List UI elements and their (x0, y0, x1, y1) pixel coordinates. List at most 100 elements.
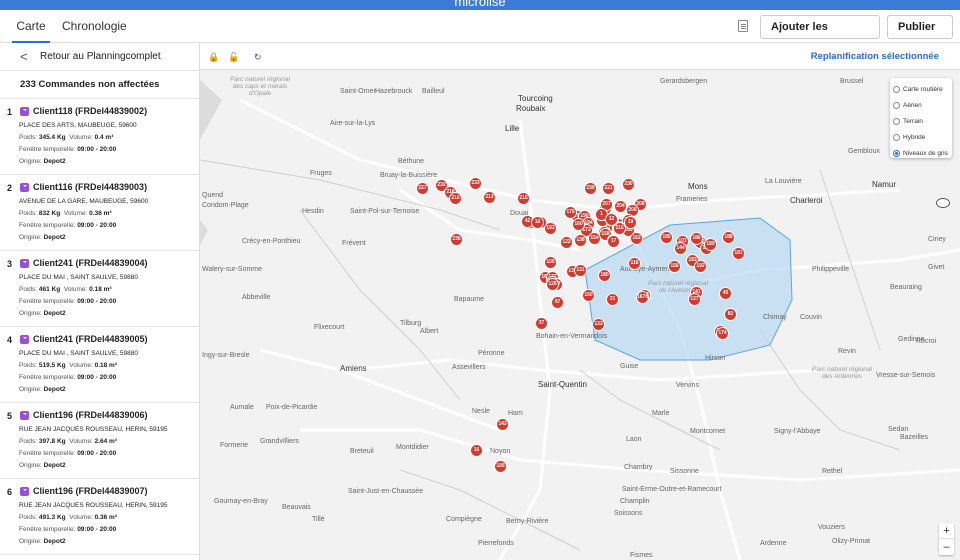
place-label: Tilburg (400, 320, 422, 327)
refresh-icon[interactable]: ↻ (254, 52, 262, 63)
order-pin[interactable]: 180 (598, 269, 611, 282)
window-label: Fenêtre temporelle: (19, 146, 76, 153)
order-pin[interactable]: 87 (551, 296, 564, 309)
order-pin[interactable]: 160 (572, 218, 585, 231)
radio-icon[interactable] (893, 117, 900, 125)
order-pin[interactable]: 10 (531, 216, 544, 229)
order-pin[interactable]: 174 (716, 327, 729, 340)
order-pin[interactable]: 126 (546, 278, 559, 291)
tab-chronologie[interactable]: Chronologie (62, 10, 127, 43)
order-pin[interactable]: 143 (496, 418, 509, 431)
order-pin[interactable]: 189 (704, 238, 717, 251)
zoom-in-button[interactable]: + (939, 523, 954, 539)
layer-option[interactable]: Terrain (893, 113, 949, 129)
radio-icon[interactable] (893, 101, 900, 109)
window-value: 09:00 - 20:00 (77, 298, 117, 305)
order-card[interactable]: 1 Client118 (FRDel44839002) PLACE DES ARTS… (0, 99, 199, 175)
place-label: Quend (202, 192, 224, 199)
order-pin[interactable]: 175 (564, 206, 577, 219)
place-label: Saint-Pol-sur-Ternoise (350, 208, 420, 215)
order-pin[interactable]: 188 (722, 231, 735, 244)
lock-icon[interactable]: 🔒 (208, 52, 219, 63)
order-pin[interactable]: 131 (574, 264, 587, 277)
order-pin[interactable]: 144 (674, 242, 687, 255)
order-pin[interactable]: 227 (416, 182, 429, 195)
order-card[interactable]: 5 Client196 (FRDel44839006) RUE JEAN JACQU… (0, 403, 199, 479)
volume-label: Volume: (69, 438, 93, 445)
radio-icon[interactable] (893, 85, 900, 93)
publish-button[interactable]: Publier∨ (887, 15, 953, 55)
order-pin[interactable]: 230 (622, 178, 635, 191)
order-origin: Origine: Depot2 (19, 234, 66, 241)
volume-value: 0.4 m³ (94, 134, 114, 141)
origin-value: Depot2 (43, 386, 66, 393)
order-pin[interactable]: 239 (584, 182, 597, 195)
order-number: 5 (7, 411, 13, 421)
order-load: Poids: 519.5 Kg Volume: 0.18 m³ (19, 362, 117, 369)
order-pin[interactable]: 213 (483, 191, 496, 204)
order-pin[interactable]: 181 (732, 247, 745, 260)
order-pin[interactable]: 156 (668, 260, 681, 273)
order-pin[interactable]: 192 (694, 260, 707, 273)
place-label: Ciney (928, 236, 946, 243)
order-pin[interactable]: 16 (470, 444, 483, 457)
order-pin[interactable]: 236 (450, 233, 463, 246)
place-label: Hazebrouck (375, 88, 413, 95)
order-pin[interactable]: 216 (449, 192, 462, 205)
place-label: Guise (620, 363, 639, 370)
order-card[interactable]: 2 Client116 (FRDel44839003) AVENUE DE LA G… (0, 175, 199, 251)
place-label: Marle (652, 410, 670, 417)
order-load: Poids: 491.3 Kg Volume: 0.36 m³ (19, 514, 117, 521)
order-pin[interactable]: 21 (606, 293, 619, 306)
unlock-icon[interactable]: 🔓 (228, 52, 239, 63)
order-pin[interactable]: 127 (688, 293, 701, 306)
back-to-planning[interactable]: < Retour au Planningcomplet (0, 43, 199, 71)
radio-icon[interactable] (893, 133, 900, 141)
place-label: Grandvilliers (260, 438, 299, 445)
map-view[interactable]: Saint-Omer Hazebrouck Bailleul Tourcoing Rou… (200, 70, 960, 560)
order-pin[interactable]: 186 (690, 232, 703, 245)
order-pin[interactable]: 215 (517, 192, 530, 205)
order-pin[interactable]: 133 (592, 318, 605, 331)
layer-option[interactable]: Hybride (893, 129, 949, 145)
order-pin[interactable]: 37 (535, 317, 548, 330)
zoom-out-button[interactable]: – (939, 539, 954, 555)
order-pin[interactable]: 233 (469, 177, 482, 190)
order-pin[interactable]: 138 (574, 234, 587, 247)
order-pin[interactable]: 12 (605, 213, 618, 226)
order-window: Fenêtre temporelle: 09:00 - 20:00 (19, 222, 116, 229)
back-arrow-icon[interactable]: < (20, 43, 28, 71)
order-pin[interactable]: 82 (724, 308, 737, 321)
layer-option[interactable]: Aérien (893, 97, 949, 113)
order-card[interactable]: 4 Client241 (FRDel44839005) PLACE DU MAI ,… (0, 327, 199, 403)
document-icon[interactable] (738, 20, 748, 32)
layer-option[interactable]: Niveaux de gris (893, 145, 949, 161)
order-pin[interactable]: 150 (582, 289, 595, 302)
order-window: Fenêtre temporelle: 09:00 - 20:00 (19, 374, 116, 381)
tab-carte[interactable]: Carte (12, 10, 50, 43)
order-pin[interactable]: 45 (719, 287, 732, 300)
radio-icon[interactable] (893, 149, 900, 157)
order-pin[interactable]: 162 (630, 232, 643, 245)
order-pin[interactable]: 185 (660, 231, 673, 244)
order-pin[interactable]: 195 (494, 460, 507, 473)
order-pin[interactable]: 17 (607, 235, 620, 248)
add-orders-button[interactable]: Ajouter les commandes∨ (760, 15, 880, 55)
order-card[interactable]: 3 Client241 (FRDel44839004) PLACE DU MAI ,… (0, 251, 199, 327)
weight-value: 519.5 Kg (38, 362, 66, 369)
replan-selected-button[interactable]: Replanification sélectionnée (811, 51, 939, 62)
order-pin[interactable]: 167b (636, 291, 649, 304)
order-window: Fenêtre temporelle: 09:00 - 20:00 (19, 450, 116, 457)
weight-label: Poids: (19, 438, 38, 445)
order-pin[interactable]: 221 (602, 182, 615, 195)
lasso-select-icon[interactable] (936, 198, 950, 208)
publish-label: Publier (898, 21, 936, 33)
order-card[interactable]: 6 Client196 (FRDel44839007) RUE JEAN JACQU… (0, 479, 199, 555)
order-pin[interactable]: 116 (628, 257, 641, 270)
layer-label: Carte routière (903, 85, 943, 93)
order-origin: Origine: Depot2 (19, 538, 66, 545)
order-pin[interactable]: 122 (560, 236, 573, 249)
layer-option[interactable]: Carte routière (893, 81, 949, 97)
order-pin[interactable]: 105 (544, 256, 557, 269)
app-brand: microlise (454, 0, 506, 9)
